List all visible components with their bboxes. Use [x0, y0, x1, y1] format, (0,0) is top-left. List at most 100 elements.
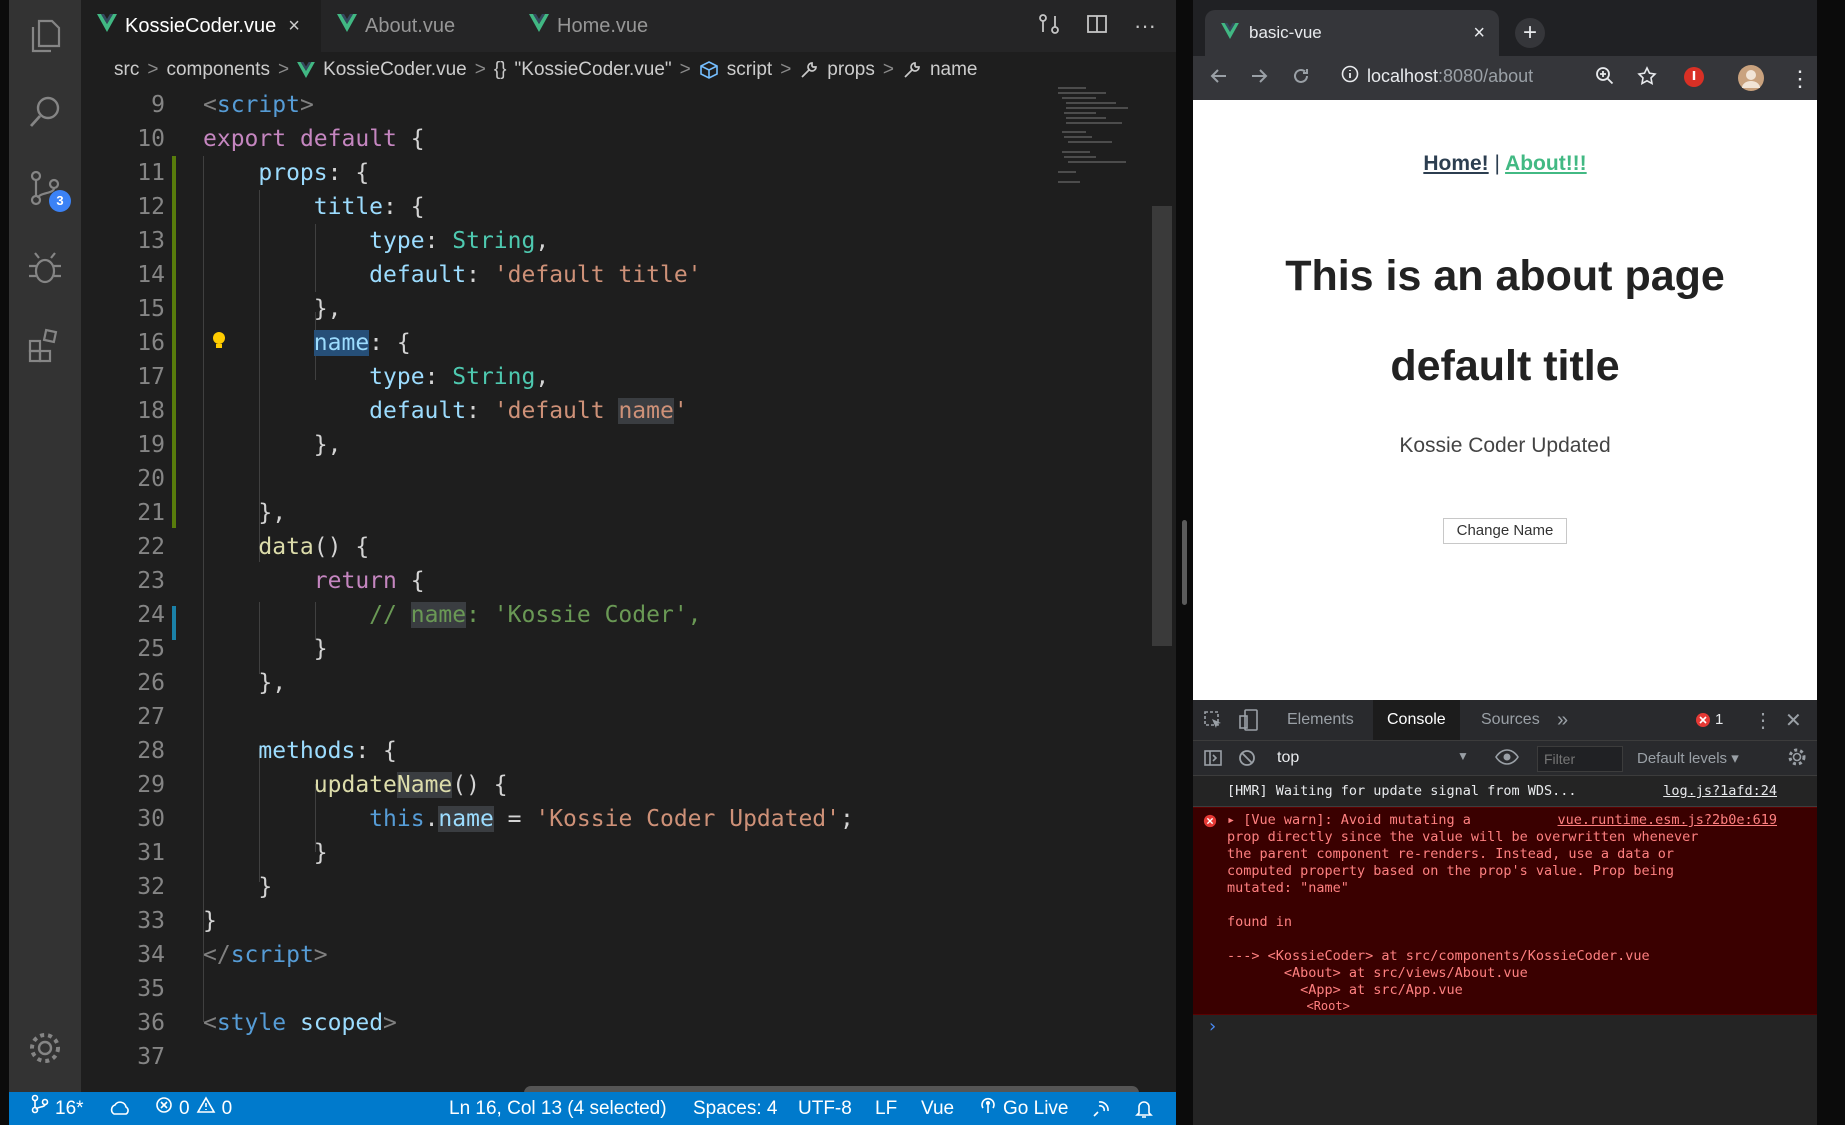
source-link[interactable]: log.js?1afd:24: [1663, 783, 1777, 799]
bookmark-star-icon[interactable]: [1637, 66, 1657, 92]
console-settings-gear-icon[interactable]: [1787, 747, 1807, 772]
cursor-position[interactable]: Ln 16, Col 13 (4 selected): [449, 1092, 667, 1125]
info-icon[interactable]: [1341, 65, 1359, 88]
breadcrumb-components[interactable]: components: [166, 59, 270, 81]
problems-indicator[interactable]: 0 0: [155, 1092, 232, 1125]
breadcrumb-object[interactable]: "KossieCoder.vue": [515, 59, 672, 81]
breadcrumb-script[interactable]: script: [727, 59, 772, 81]
code-line: 32 }: [81, 870, 1141, 904]
files-icon[interactable]: [25, 16, 65, 56]
code-line: 35: [81, 972, 1141, 1006]
tab-about[interactable]: About.vue: [321, 0, 481, 52]
browser-tab-title: basic-vue: [1249, 23, 1322, 42]
code-line: 19 },: [81, 428, 1141, 462]
line-number: 32: [137, 874, 165, 900]
split-editor-icon[interactable]: [1086, 13, 1108, 40]
url-host: localhost: [1367, 66, 1439, 86]
close-devtools-icon[interactable]: ✕: [1785, 708, 1802, 733]
eye-icon[interactable]: [1495, 747, 1519, 772]
line-number: 31: [137, 840, 165, 866]
close-tab-icon[interactable]: ×: [1473, 22, 1485, 45]
minimap[interactable]: [1056, 84, 1146, 194]
search-icon[interactable]: [25, 92, 65, 132]
more-actions-icon[interactable]: ···: [1134, 13, 1156, 39]
forward-icon[interactable]: [1249, 66, 1269, 92]
error-line: <About> at src/views/About.vue: [1227, 965, 1528, 981]
code-token: : {: [355, 738, 397, 764]
back-icon[interactable]: [1209, 66, 1229, 92]
feedback-icon[interactable]: [1091, 1092, 1111, 1125]
change-name-button[interactable]: Change Name: [1443, 518, 1567, 544]
line-number: 35: [137, 976, 165, 1002]
tab-home[interactable]: Home.vue: [513, 0, 673, 52]
indentation[interactable]: Spaces: 4: [693, 1092, 778, 1125]
resize-grip[interactable]: [1182, 520, 1187, 605]
settings-gear-icon[interactable]: [25, 1028, 65, 1068]
code-line: 36 <style scoped>: [81, 1006, 1141, 1040]
devtools-panel: Elements Console Sources » 1 ⋮ ✕ top ▼ D…: [1193, 700, 1817, 1125]
device-toolbar-icon[interactable]: [1239, 709, 1259, 736]
more-tabs-icon[interactable]: »: [1543, 700, 1582, 740]
sync-icon[interactable]: [109, 1092, 131, 1125]
error-line: prop directly since the value will be ov…: [1227, 829, 1699, 845]
devtools-tab-elements[interactable]: Elements: [1273, 700, 1368, 740]
code-line: 23 return {: [81, 564, 1141, 598]
source-link[interactable]: vue.runtime.esm.js?2b0e:619: [1558, 812, 1777, 828]
code-line: 12 title: {: [81, 190, 1141, 224]
debug-icon[interactable]: [25, 248, 65, 288]
code-token: >: [313, 942, 328, 968]
code-token: },: [313, 432, 342, 458]
error-counter[interactable]: 1: [1695, 711, 1723, 728]
code-editor[interactable]: 9 <script> 10 export default { 11 props: {…: [81, 88, 1141, 1092]
language-mode[interactable]: Vue: [921, 1092, 954, 1125]
inspect-element-icon[interactable]: [1203, 710, 1223, 735]
console-prompt[interactable]: ›: [1207, 1016, 1218, 1037]
home-link[interactable]: Home!: [1423, 152, 1488, 175]
code-token: default: [299, 126, 397, 152]
breadcrumb-file[interactable]: KossieCoder.vue: [323, 59, 467, 81]
new-tab-button[interactable]: +: [1515, 18, 1545, 48]
breadcrumb-src[interactable]: src: [114, 59, 139, 81]
breadcrumb-sep: >: [147, 59, 159, 80]
console-filter-input[interactable]: [1537, 746, 1623, 772]
context-selector[interactable]: top: [1277, 749, 1299, 767]
console-toolbar: top ▼ Default levels ▾: [1193, 741, 1817, 776]
sidebar-toggle-icon[interactable]: [1203, 748, 1223, 773]
log-levels-dropdown[interactable]: Default levels ▾: [1637, 749, 1739, 767]
code-token: }: [203, 908, 217, 934]
code-line: 16 name: {: [81, 326, 1141, 360]
code-token: <: [203, 92, 217, 118]
breadcrumb-props[interactable]: props: [827, 59, 875, 81]
go-live-button[interactable]: Go Live: [979, 1092, 1068, 1125]
code-token: ': [673, 398, 688, 424]
browser-tab[interactable]: basic-vue ×: [1205, 10, 1499, 56]
error-line[interactable]: ▸ [Vue warn]: Avoid mutating a: [1227, 812, 1471, 828]
profile-avatar[interactable]: [1737, 64, 1765, 98]
clear-console-icon[interactable]: [1237, 748, 1257, 773]
about-link[interactable]: About!!!: [1505, 152, 1587, 175]
devtools-tab-console[interactable]: Console: [1373, 700, 1460, 740]
close-icon[interactable]: ×: [288, 15, 300, 38]
reload-icon[interactable]: [1291, 66, 1311, 92]
url-field[interactable]: localhost:8080/about: [1341, 65, 1533, 88]
vertical-scrollbar[interactable]: [1152, 206, 1172, 646]
line-ending[interactable]: LF: [875, 1092, 897, 1125]
tab-kossiecoder[interactable]: KossieCoder.vue ×: [81, 0, 321, 52]
devtools-menu-icon[interactable]: ⋮: [1753, 708, 1773, 733]
extensions-icon[interactable]: [25, 326, 65, 366]
extension-shield-icon[interactable]: [1683, 66, 1705, 94]
breadcrumb-name[interactable]: name: [930, 59, 978, 81]
zoom-icon[interactable]: [1595, 66, 1615, 92]
code-token: >: [383, 1010, 397, 1036]
line-number: 22: [137, 534, 165, 560]
notifications-bell-icon[interactable]: [1135, 1092, 1153, 1125]
branch-name: 16*: [55, 1098, 84, 1119]
error-line: the parent component re-renders. Instead…: [1227, 846, 1675, 862]
line-number: 11: [137, 160, 165, 186]
branch-indicator[interactable]: 16*: [31, 1092, 84, 1125]
chrome-menu-icon[interactable]: ⋮: [1789, 66, 1811, 92]
encoding[interactable]: UTF-8: [798, 1092, 852, 1125]
devtools-tab-sources[interactable]: Sources: [1467, 700, 1554, 740]
compare-changes-icon[interactable]: [1038, 13, 1060, 40]
code-token: Name: [396, 772, 453, 798]
